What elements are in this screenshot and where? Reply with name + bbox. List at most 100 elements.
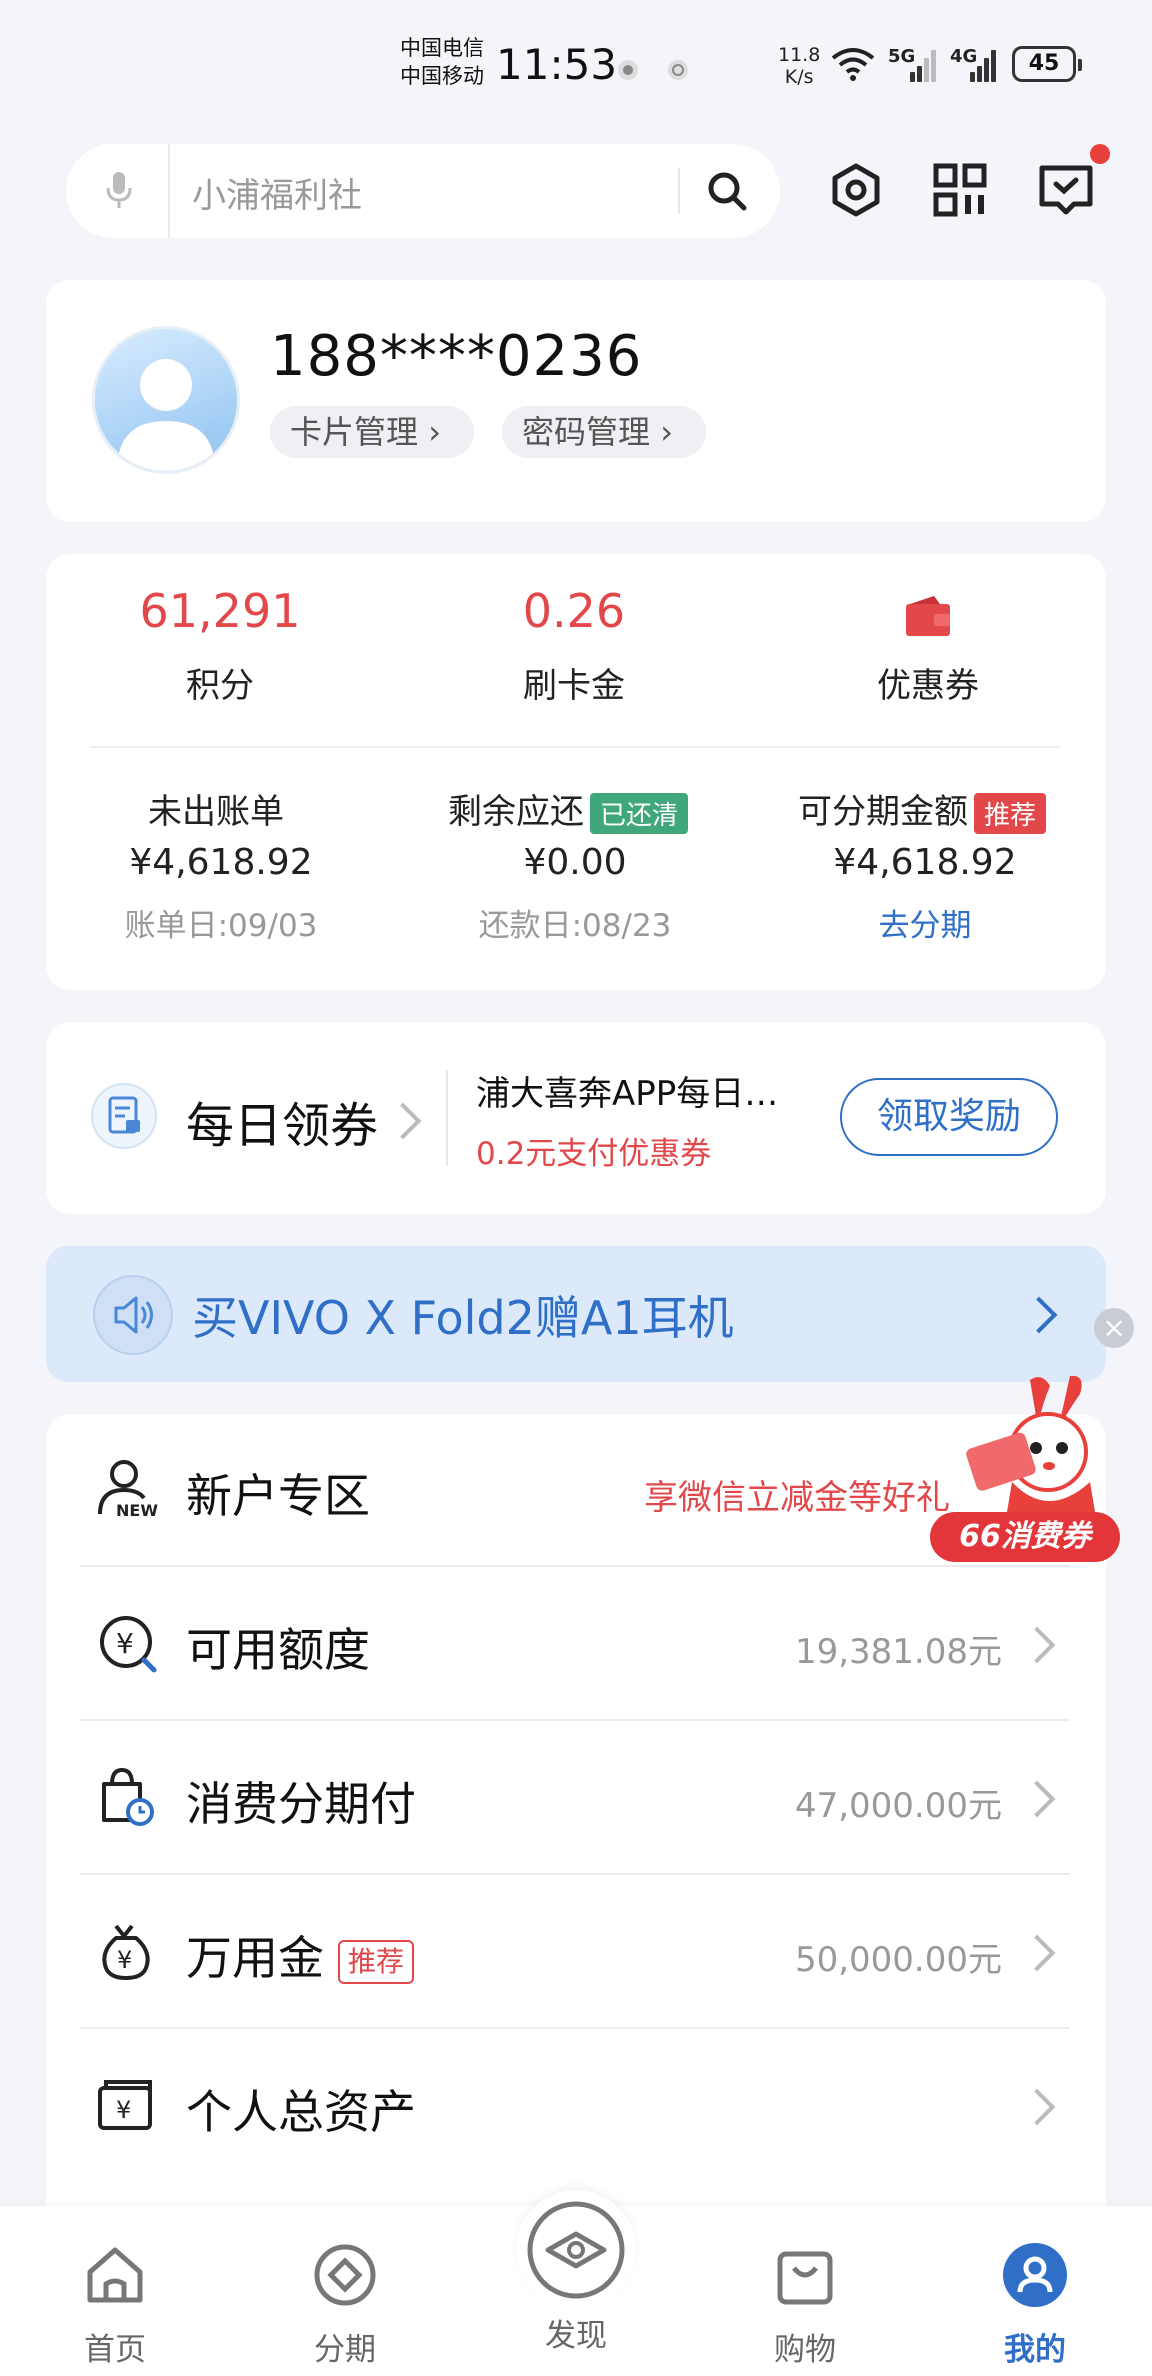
- tab-discover[interactable]: 发现: [501, 2190, 651, 2355]
- search-bar[interactable]: 小浦福利社: [66, 144, 780, 238]
- tab-home[interactable]: 首页: [40, 2240, 190, 2369]
- phone-number: 188****0236: [270, 324, 643, 389]
- chevron-right-icon: [1020, 1296, 1058, 1334]
- paid-off-badge: 已还清: [590, 793, 689, 834]
- search-icon[interactable]: [704, 168, 750, 214]
- banner-text: 买VIVO X Fold2赠A1耳机: [192, 1291, 734, 1345]
- list-item-label: 个人总资产: [186, 2085, 416, 2139]
- profile-card: 188****0236 卡片管理 › 密码管理 ›: [46, 280, 1106, 522]
- notification-icon: [618, 60, 638, 80]
- close-icon[interactable]: ×: [1094, 1308, 1134, 1348]
- search-divider: [168, 144, 170, 238]
- rabbit-mascot-icon: [966, 1375, 1096, 1518]
- network-speed: 11.8 K/s: [778, 44, 821, 88]
- promo-label: 66消费券: [930, 1512, 1120, 1562]
- chevron-right-icon: ›: [650, 413, 673, 451]
- chevron-right-icon: ›: [418, 413, 441, 451]
- installable-title: 可分期金额 推荐: [798, 784, 1047, 834]
- list-item-label: 可用额度: [186, 1623, 370, 1677]
- list-item-value: 19,381.08元: [794, 1632, 1002, 1672]
- chevron-right-icon: [384, 1102, 422, 1140]
- svg-text:¥: ¥: [117, 1946, 132, 1974]
- cashback-label: 刷卡金: [523, 666, 625, 706]
- signal-bars-icon-2: [958, 46, 1002, 82]
- user-profile-icon: [1003, 2243, 1067, 2307]
- remaining-amount: ¥0.00: [523, 842, 627, 883]
- floating-promo-mascot[interactable]: 66消费券: [930, 1370, 1122, 1566]
- speaker-icon: [93, 1275, 173, 1355]
- coupon-list-icon: [91, 1083, 157, 1149]
- claim-reward-button[interactable]: 领取奖励: [840, 1078, 1058, 1156]
- daily-coupon-title: 每日领券: [186, 1098, 379, 1154]
- svg-text:¥: ¥: [116, 2096, 131, 2124]
- tab-mine[interactable]: 我的: [960, 2240, 1110, 2369]
- password-manage-button[interactable]: 密码管理 ›: [502, 406, 706, 458]
- yuan-circle-icon: ¥: [100, 1616, 157, 1673]
- eye-icon: [527, 2201, 625, 2299]
- avatar[interactable]: [92, 326, 240, 474]
- carrier-names: 中国电信 中国移动: [400, 36, 484, 88]
- installment-icon: [314, 2244, 376, 2306]
- repayment-date: 还款日:08/23: [478, 908, 672, 944]
- message-icon[interactable]: [1036, 160, 1096, 220]
- bill-date: 账单日:09/03: [124, 908, 318, 944]
- card-manage-button[interactable]: 卡片管理 ›: [270, 406, 474, 458]
- list-item-label: 万用金 推荐: [186, 1922, 415, 1988]
- list-item-available-credit[interactable]: ¥ 可用额度 19,381.08元: [80, 1568, 1070, 1721]
- promo-banner[interactable]: 买VIVO X Fold2赠A1耳机: [46, 1246, 1106, 1382]
- divider: [80, 1565, 1070, 1567]
- promo-subtitle: 0.2元支付优惠券: [476, 1136, 712, 1172]
- money-bag-icon: ¥: [102, 1924, 150, 1980]
- status-bar: 中国电信 中国移动 11:53 11.8 K/s 5G 4G 45: [0, 0, 1152, 140]
- recommend-badge: 推荐: [338, 1939, 415, 1984]
- points-label: 积分: [186, 666, 254, 706]
- chevron-right-icon: [1018, 2088, 1056, 2126]
- divider: [80, 2027, 1070, 2029]
- chevron-right-icon: [1018, 1626, 1056, 1664]
- go-installment-link[interactable]: 去分期: [760, 900, 1090, 945]
- installable-amount: ¥4,618.92: [833, 842, 1017, 883]
- list-item-new-user-zone[interactable]: NEW 新户专区 享微信立减金等好礼: [80, 1414, 1070, 1567]
- battery-indicator: 45: [1012, 46, 1082, 82]
- notification-icon-2: [668, 60, 688, 80]
- signal-bars-icon: [898, 46, 938, 82]
- microphone-icon[interactable]: [104, 170, 134, 212]
- tab-installment[interactable]: 分期: [270, 2240, 420, 2369]
- home-icon: [87, 2247, 143, 2303]
- divider: [446, 1070, 448, 1166]
- list-item-value: 50,000.00元: [794, 1940, 1002, 1980]
- recommend-badge: 推荐: [974, 793, 1047, 834]
- divider: [80, 1719, 1070, 1721]
- search-divider-2: [678, 168, 680, 214]
- coupon-icon: [906, 596, 950, 636]
- svg-text:NEW: NEW: [116, 1501, 158, 1520]
- tab-shopping[interactable]: 购物: [730, 2240, 880, 2369]
- unbilled-amount: ¥4,618.92: [129, 842, 313, 883]
- avatar-silhouette-icon: [117, 359, 215, 471]
- coupon-label: 优惠券: [877, 666, 979, 706]
- list-item-label: 新户专区: [186, 1469, 370, 1523]
- account-summary-card: 61,291 积分 0.26 刷卡金 优惠券 未出账单 ¥4,618.92 账单…: [46, 554, 1106, 990]
- list-item-total-assets[interactable]: ¥ 个人总资产: [80, 2030, 1070, 2183]
- new-user-icon: NEW: [98, 1460, 158, 1520]
- chevron-right-icon: [1018, 1780, 1056, 1818]
- list-item-value: 享微信立减金等好礼: [644, 1478, 950, 1518]
- list-item-label: 消费分期付: [186, 1777, 416, 1831]
- search-input[interactable]: 小浦福利社: [192, 168, 362, 217]
- svg-text:¥: ¥: [116, 1627, 134, 1660]
- daily-coupon-card: 每日领券 浦大喜奔APP每日… 0.2元支付优惠券 领取奖励: [46, 1022, 1106, 1214]
- points-value: 61,291: [139, 584, 301, 638]
- chevron-right-icon: [1018, 1934, 1056, 1972]
- qrcode-icon[interactable]: [930, 160, 990, 220]
- settings-icon[interactable]: [826, 160, 886, 220]
- list-item-universal-cash[interactable]: ¥ 万用金 推荐 50,000.00元: [80, 1876, 1070, 2029]
- remaining-title: 剩余应还 已还清: [448, 784, 689, 834]
- shopping-bag-icon: [777, 2251, 833, 2305]
- clock: 11:53: [496, 40, 618, 89]
- list-item-consumer-installment[interactable]: 消费分期付 47,000.00元: [80, 1722, 1070, 1875]
- shopping-bag-clock-icon: [102, 1767, 154, 1826]
- wifi-icon: [831, 48, 875, 81]
- divider: [80, 1873, 1070, 1875]
- message-badge: [1090, 144, 1110, 164]
- list-item-value: 47,000.00元: [794, 1786, 1002, 1826]
